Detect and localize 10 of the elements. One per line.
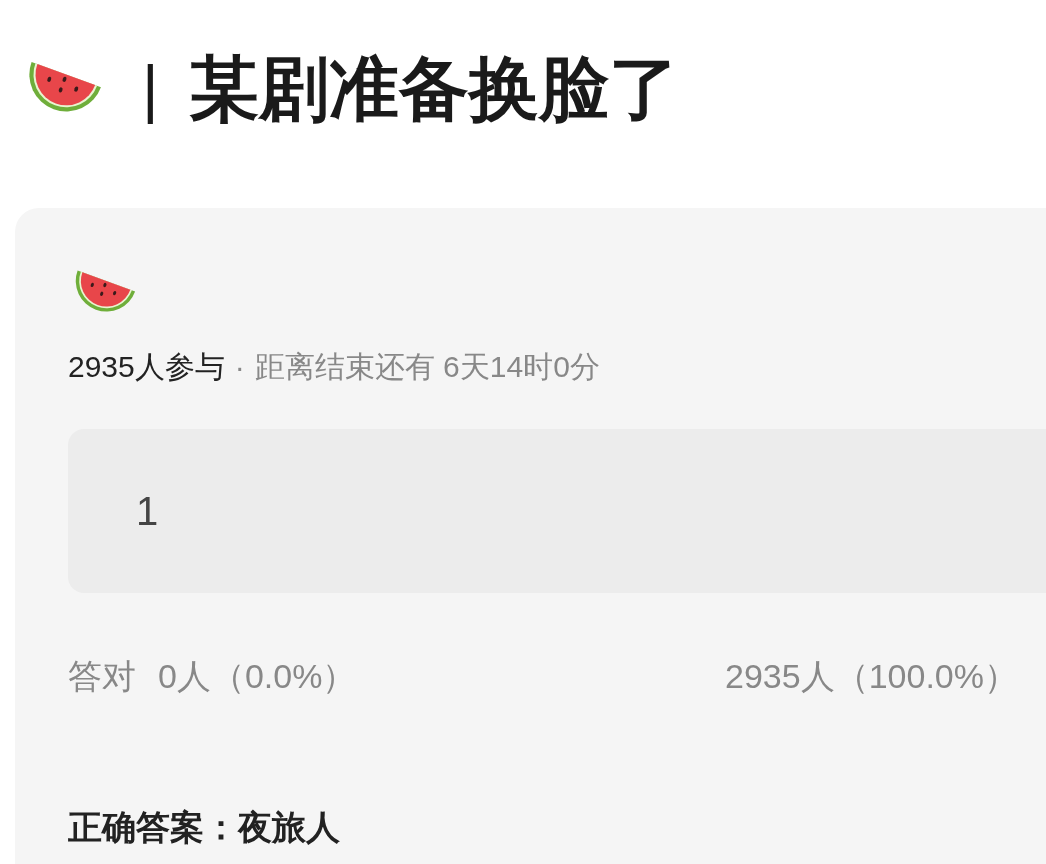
option-row[interactable]: 1 <box>68 429 1046 593</box>
correct-label: 答对 <box>68 656 136 697</box>
correct-count: 0人（0.0%） <box>158 656 357 697</box>
total-count: 2935人（100.0%） <box>725 656 1018 697</box>
deadline-text: 距离结束还有 6天14时0分 <box>254 349 600 385</box>
correct-answer: 正确答案：夜旅人 <box>68 808 340 846</box>
participant-count: 2935人参与 <box>68 349 225 385</box>
post-title: 某剧准备换脸了 <box>188 54 679 124</box>
dot-separator: · <box>234 349 245 385</box>
option-label: 1 <box>136 488 159 535</box>
